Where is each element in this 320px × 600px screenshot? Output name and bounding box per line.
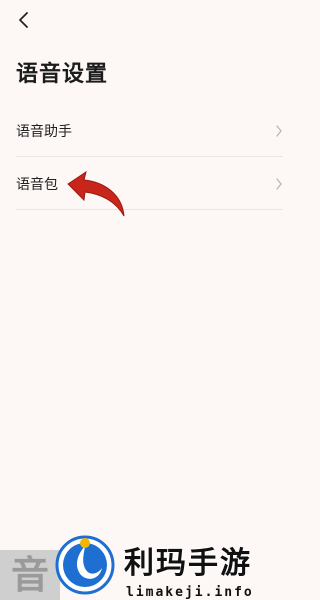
chevron-left-icon <box>19 12 28 28</box>
settings-item-label: 语音助手 <box>16 123 72 140</box>
watermark: 音 利玛手游 limakeji.info <box>0 535 299 600</box>
chevron-right-icon <box>275 177 283 190</box>
page-title: 语音设置 <box>16 62 109 87</box>
back-button[interactable] <box>12 8 36 32</box>
chevron-right-icon <box>275 124 283 137</box>
brand-logo-icon <box>55 535 115 595</box>
watermark-domain: limakeji.info <box>126 585 254 600</box>
settings-item-voice-assistant[interactable]: 语音助手 <box>16 105 283 157</box>
settings-item-voice-pack[interactable]: 语音包 <box>16 158 283 210</box>
watermark-brand: 利玛手游 <box>124 546 252 581</box>
curved-arrow-icon <box>67 170 125 217</box>
settings-item-label: 语音包 <box>16 176 58 193</box>
watermark-partial-text: 音 <box>0 550 60 600</box>
